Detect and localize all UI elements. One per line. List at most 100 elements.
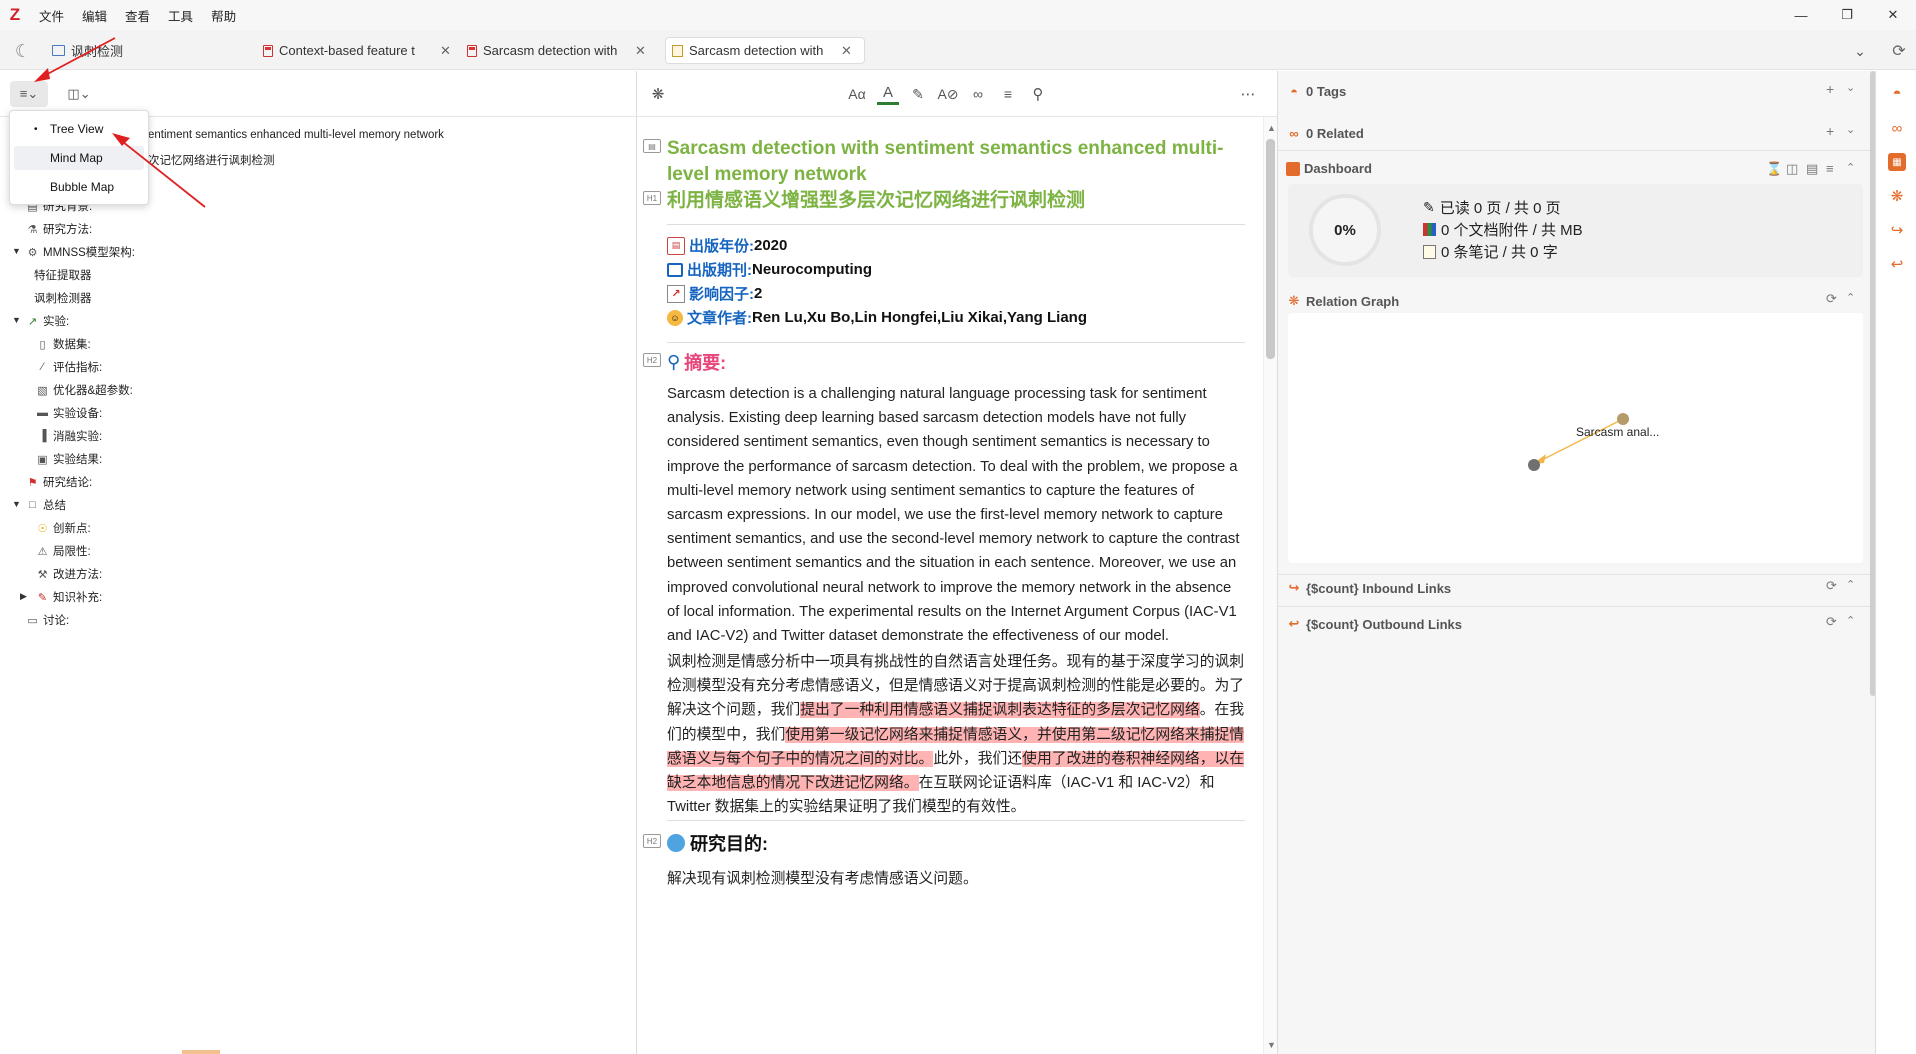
tags-section[interactable]: ◓ 0 Tags <box>1286 83 1346 99</box>
text-format-icon[interactable]: Aα <box>845 83 869 105</box>
moon-icon[interactable]: ☾ <box>10 38 36 64</box>
collapse-toggle-icon[interactable]: ▶ <box>20 591 27 602</box>
layers-icon[interactable]: ≡⌄ <box>10 81 48 107</box>
inbound-links-section[interactable]: ↪ {$count} Inbound Links <box>1286 580 1452 596</box>
link-icon[interactable]: ∞ <box>967 83 989 105</box>
document-body[interactable]: ▤ Sarcasm detection with sentiment seman… <box>637 117 1277 1054</box>
close-tab-icon[interactable]: ✕ <box>635 43 646 59</box>
chevron-down-icon[interactable]: ⌄ <box>1847 38 1873 64</box>
sync-icon[interactable]: ⟳ <box>1886 38 1912 64</box>
more-icon[interactable]: ⋯ <box>1237 83 1259 105</box>
menu-view[interactable]: 查看 <box>116 6 159 25</box>
menu-file[interactable]: 文件 <box>30 6 73 25</box>
outline-item[interactable]: ▣ 实验结果: <box>36 451 102 467</box>
book-icon[interactable]: ◫ <box>1786 161 1798 177</box>
database-icon: ▯ <box>39 338 46 351</box>
outline-item[interactable]: ⚗ 研究方法: <box>26 221 93 237</box>
outline-item[interactable]: ⚑ 研究结论: <box>26 474 93 490</box>
outline-item[interactable]: ⚠ 局限性: <box>36 543 91 559</box>
dropdown-bubble-map[interactable]: Bubble Map <box>14 175 144 199</box>
chevron-up-icon[interactable]: ⌃ <box>1846 161 1855 174</box>
dashboard-icon <box>1286 161 1300 176</box>
graph-node-current[interactable] <box>1617 413 1629 425</box>
dropdown-tree-view[interactable]: • Tree View <box>14 117 144 141</box>
chevron-up-icon[interactable]: ⌃ <box>1846 291 1855 304</box>
tab-pdf-context[interactable]: Context-based feature t ✕ <box>263 37 453 64</box>
search-icon[interactable]: ⚲ <box>1027 83 1049 105</box>
flask-icon: ⚗ <box>27 223 38 236</box>
tab-pdf-sarcasm[interactable]: Sarcasm detection with ✕ <box>467 37 653 64</box>
refresh-icon[interactable]: ⟳ <box>1826 291 1837 307</box>
outline-item[interactable]: 讽刺检测器 <box>34 290 92 306</box>
refresh-icon[interactable]: ⟳ <box>1826 614 1837 630</box>
close-tab-icon[interactable]: ✕ <box>841 43 852 59</box>
dropdown-mind-map[interactable]: Mind Map <box>14 146 144 170</box>
save-view-icon[interactable]: ◫⌄ <box>60 81 98 107</box>
outline-item[interactable]: ✎ 知识补充: <box>36 589 102 605</box>
outline-item[interactable]: ▭ 讨论: <box>26 612 69 628</box>
graph-icon[interactable]: ❋ <box>1888 187 1906 205</box>
chart-up-icon: ↗ <box>667 284 685 303</box>
outline-item[interactable]: ↗ 实验: <box>26 313 69 329</box>
outline-root-line2[interactable]: 次记忆网络进行讽刺检测 <box>148 152 275 168</box>
expand-toggle-icon[interactable]: ▼ <box>12 246 21 256</box>
graph-node-linked[interactable] <box>1528 459 1540 471</box>
chart-icon: ▧ <box>37 384 48 397</box>
abstract-text: 此外，我们还 <box>933 750 1023 767</box>
chevron-up-icon[interactable]: ⌃ <box>1846 614 1855 627</box>
outline-item[interactable]: □ 总结 <box>26 497 66 513</box>
link-icon[interactable]: ∞ <box>1888 119 1906 137</box>
tab-library[interactable]: 讽刺检测 <box>52 37 132 64</box>
menu-edit[interactable]: 编辑 <box>73 6 116 25</box>
citation-icon[interactable]: ≡ <box>997 83 1019 105</box>
outline-item-label: 数据集: <box>53 339 91 351</box>
clear-format-icon[interactable]: A⊘ <box>937 83 959 105</box>
dashboard-section[interactable]: Dashboard <box>1286 161 1372 176</box>
divider <box>667 224 1245 225</box>
refresh-icon[interactable]: ⟳ <box>1826 578 1837 594</box>
outline-item[interactable]: 特征提取器 <box>34 267 92 283</box>
outline-item[interactable]: ☉ 创新点: <box>36 520 91 536</box>
graph-icon[interactable]: ❋ <box>647 83 669 105</box>
outline-item[interactable]: ▬ 实验设备: <box>36 405 102 421</box>
tab-note-sarcasm[interactable]: Sarcasm detection with ✕ <box>665 37 865 64</box>
outline-root-line1[interactable]: entiment semantics enhanced multi-level … <box>148 129 444 141</box>
chevron-up-icon[interactable]: ⌃ <box>1846 578 1855 591</box>
add-related-button[interactable]: + <box>1826 123 1834 139</box>
outline-item-label: 讽刺检测器 <box>34 293 92 305</box>
outline-item[interactable]: ∕ 评估指标: <box>36 359 103 375</box>
ruler-icon: ∕ <box>41 361 44 373</box>
outline-item[interactable]: ▯ 数据集: <box>36 336 91 352</box>
outbound-icon[interactable]: ↩ <box>1888 255 1906 273</box>
chevron-down-icon[interactable]: ⌄ <box>1846 81 1855 94</box>
expand-toggle-icon[interactable]: ▼ <box>12 315 21 325</box>
menu-help[interactable]: 帮助 <box>202 6 245 25</box>
tag-icon[interactable]: ◓ <box>1888 84 1906 102</box>
relation-graph-canvas[interactable]: Sarcasm anal... <box>1288 313 1863 563</box>
highlight-icon[interactable]: ✎ <box>907 83 929 105</box>
close-window-button[interactable]: ✕ <box>1870 0 1916 30</box>
expand-toggle-icon[interactable]: ▼ <box>12 499 21 509</box>
outline-item[interactable]: ⚙ MMNSS模型架构: <box>26 244 135 260</box>
dashboard-icon[interactable]: ▦ <box>1888 153 1906 171</box>
outline-item[interactable]: ⚒ 改进方法: <box>36 566 103 582</box>
relation-graph-section[interactable]: ❋ Relation Graph <box>1286 293 1400 309</box>
editor-scrollbar[interactable]: ▲ ▼ <box>1263 117 1277 1054</box>
close-tab-icon[interactable]: ✕ <box>440 43 451 59</box>
outline-item-label: 实验: <box>43 316 70 328</box>
outline-item[interactable]: ▧ 优化器&超参数: <box>36 382 133 398</box>
minimize-button[interactable]: — <box>1778 0 1824 30</box>
outline-item-label: 改进方法: <box>53 569 103 581</box>
outbound-links-section[interactable]: ↩ {$count} Outbound Links <box>1286 616 1462 632</box>
outline-item[interactable]: ▐ 消融实验: <box>36 428 103 444</box>
calendar-icon[interactable]: ▤ <box>1806 161 1818 177</box>
restore-button[interactable]: ❐ <box>1824 0 1870 30</box>
add-tag-button[interactable]: + <box>1826 81 1834 97</box>
chevron-down-icon[interactable]: ⌄ <box>1846 123 1855 136</box>
related-section[interactable]: ∞ 0 Related <box>1286 125 1363 141</box>
list-icon[interactable]: ≡ <box>1826 161 1834 176</box>
text-color-icon[interactable]: A <box>877 83 899 105</box>
menu-tools[interactable]: 工具 <box>159 6 202 25</box>
hourglass-icon[interactable]: ⌛ <box>1766 161 1782 177</box>
inbound-icon[interactable]: ↪ <box>1888 221 1906 239</box>
